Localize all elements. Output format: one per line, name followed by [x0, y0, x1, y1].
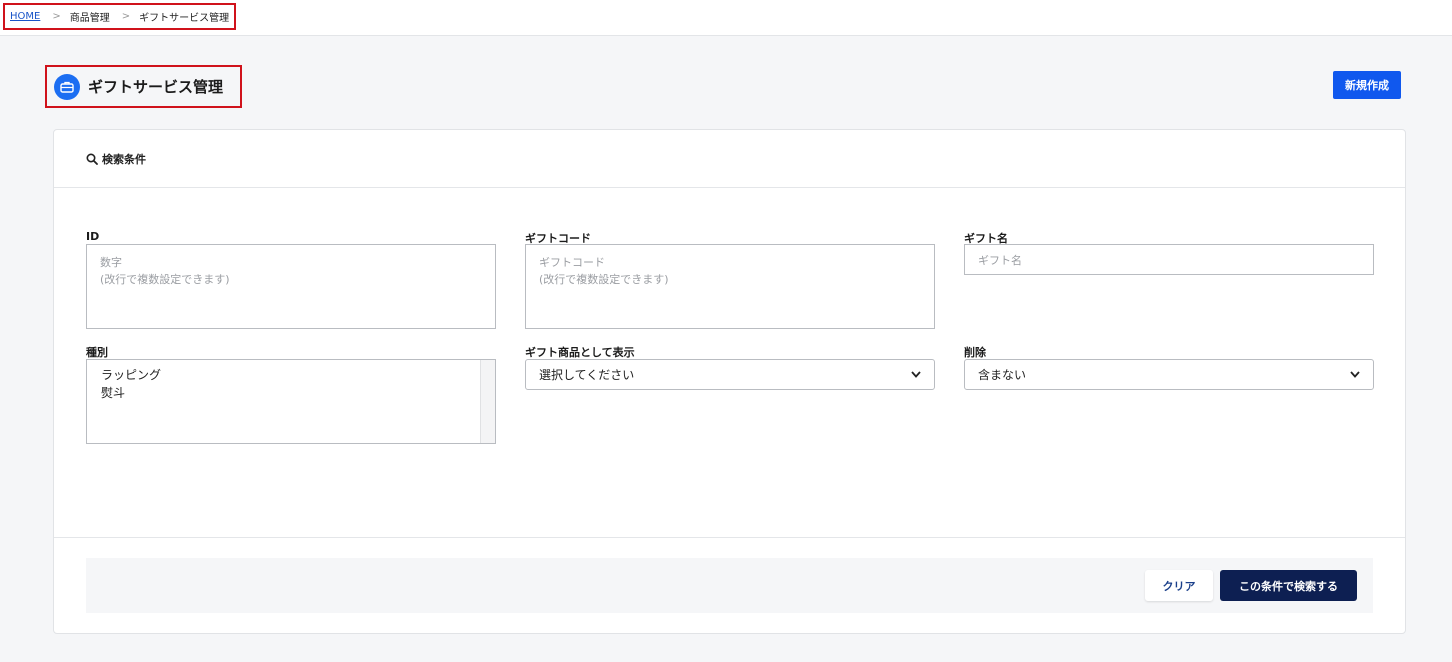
display-as-gift-label: ギフト商品として表示	[525, 346, 635, 359]
search-icon	[86, 152, 98, 165]
clear-button[interactable]: クリア	[1145, 570, 1213, 601]
briefcase-icon	[54, 73, 80, 100]
search-actions-bar: クリア この条件で検索する	[86, 558, 1373, 613]
search-card: 検索条件 ID 数字 (改行で複数設定できます) ギフトコード ギフトコード (…	[53, 129, 1406, 634]
page-title-area: ギフトサービス管理	[45, 65, 242, 108]
gift-code-textarea[interactable]: ギフトコード (改行で複数設定できます)	[525, 244, 935, 329]
search-submit-button[interactable]: この条件で検索する	[1220, 570, 1357, 601]
top-bar: HOME > 商品管理 > ギフトサービス管理	[0, 0, 1452, 36]
deleted-label: 削除	[964, 346, 986, 359]
chevron-down-icon	[911, 371, 921, 378]
page-title: ギフトサービス管理	[88, 78, 224, 96]
create-new-button[interactable]: 新規作成	[1333, 71, 1401, 99]
breadcrumb-separator: >	[52, 11, 61, 22]
type-label: 種別	[86, 346, 108, 359]
search-conditions-header: 検索条件	[54, 130, 1405, 188]
breadcrumb-item-current: ギフトサービス管理	[139, 13, 230, 24]
listbox-scrollbar[interactable]	[480, 360, 495, 443]
display-as-gift-selected: 選択してください	[539, 368, 635, 382]
display-as-gift-select[interactable]: 選択してください	[525, 359, 935, 390]
divider	[54, 537, 1405, 538]
chevron-down-icon	[1350, 371, 1360, 378]
type-listbox[interactable]: ラッピング 熨斗	[86, 359, 496, 444]
deleted-selected: 含まない	[978, 368, 1027, 382]
breadcrumb-item-product-management[interactable]: 商品管理	[70, 9, 110, 24]
breadcrumb-separator: >	[121, 11, 131, 22]
id-textarea[interactable]: 数字 (改行で複数設定できます)	[86, 244, 496, 329]
type-option-wrapping[interactable]: ラッピング	[101, 366, 481, 384]
search-conditions-title: 検索条件	[102, 152, 146, 166]
breadcrumb-home-link[interactable]: HOME	[10, 11, 40, 22]
breadcrumb: HOME > 商品管理 > ギフトサービス管理	[3, 3, 237, 30]
deleted-select[interactable]: 含まない	[964, 359, 1374, 390]
id-label: ID	[86, 230, 100, 243]
type-option-noshi[interactable]: 熨斗	[101, 384, 481, 402]
gift-name-input[interactable]: ギフト名	[964, 244, 1374, 275]
